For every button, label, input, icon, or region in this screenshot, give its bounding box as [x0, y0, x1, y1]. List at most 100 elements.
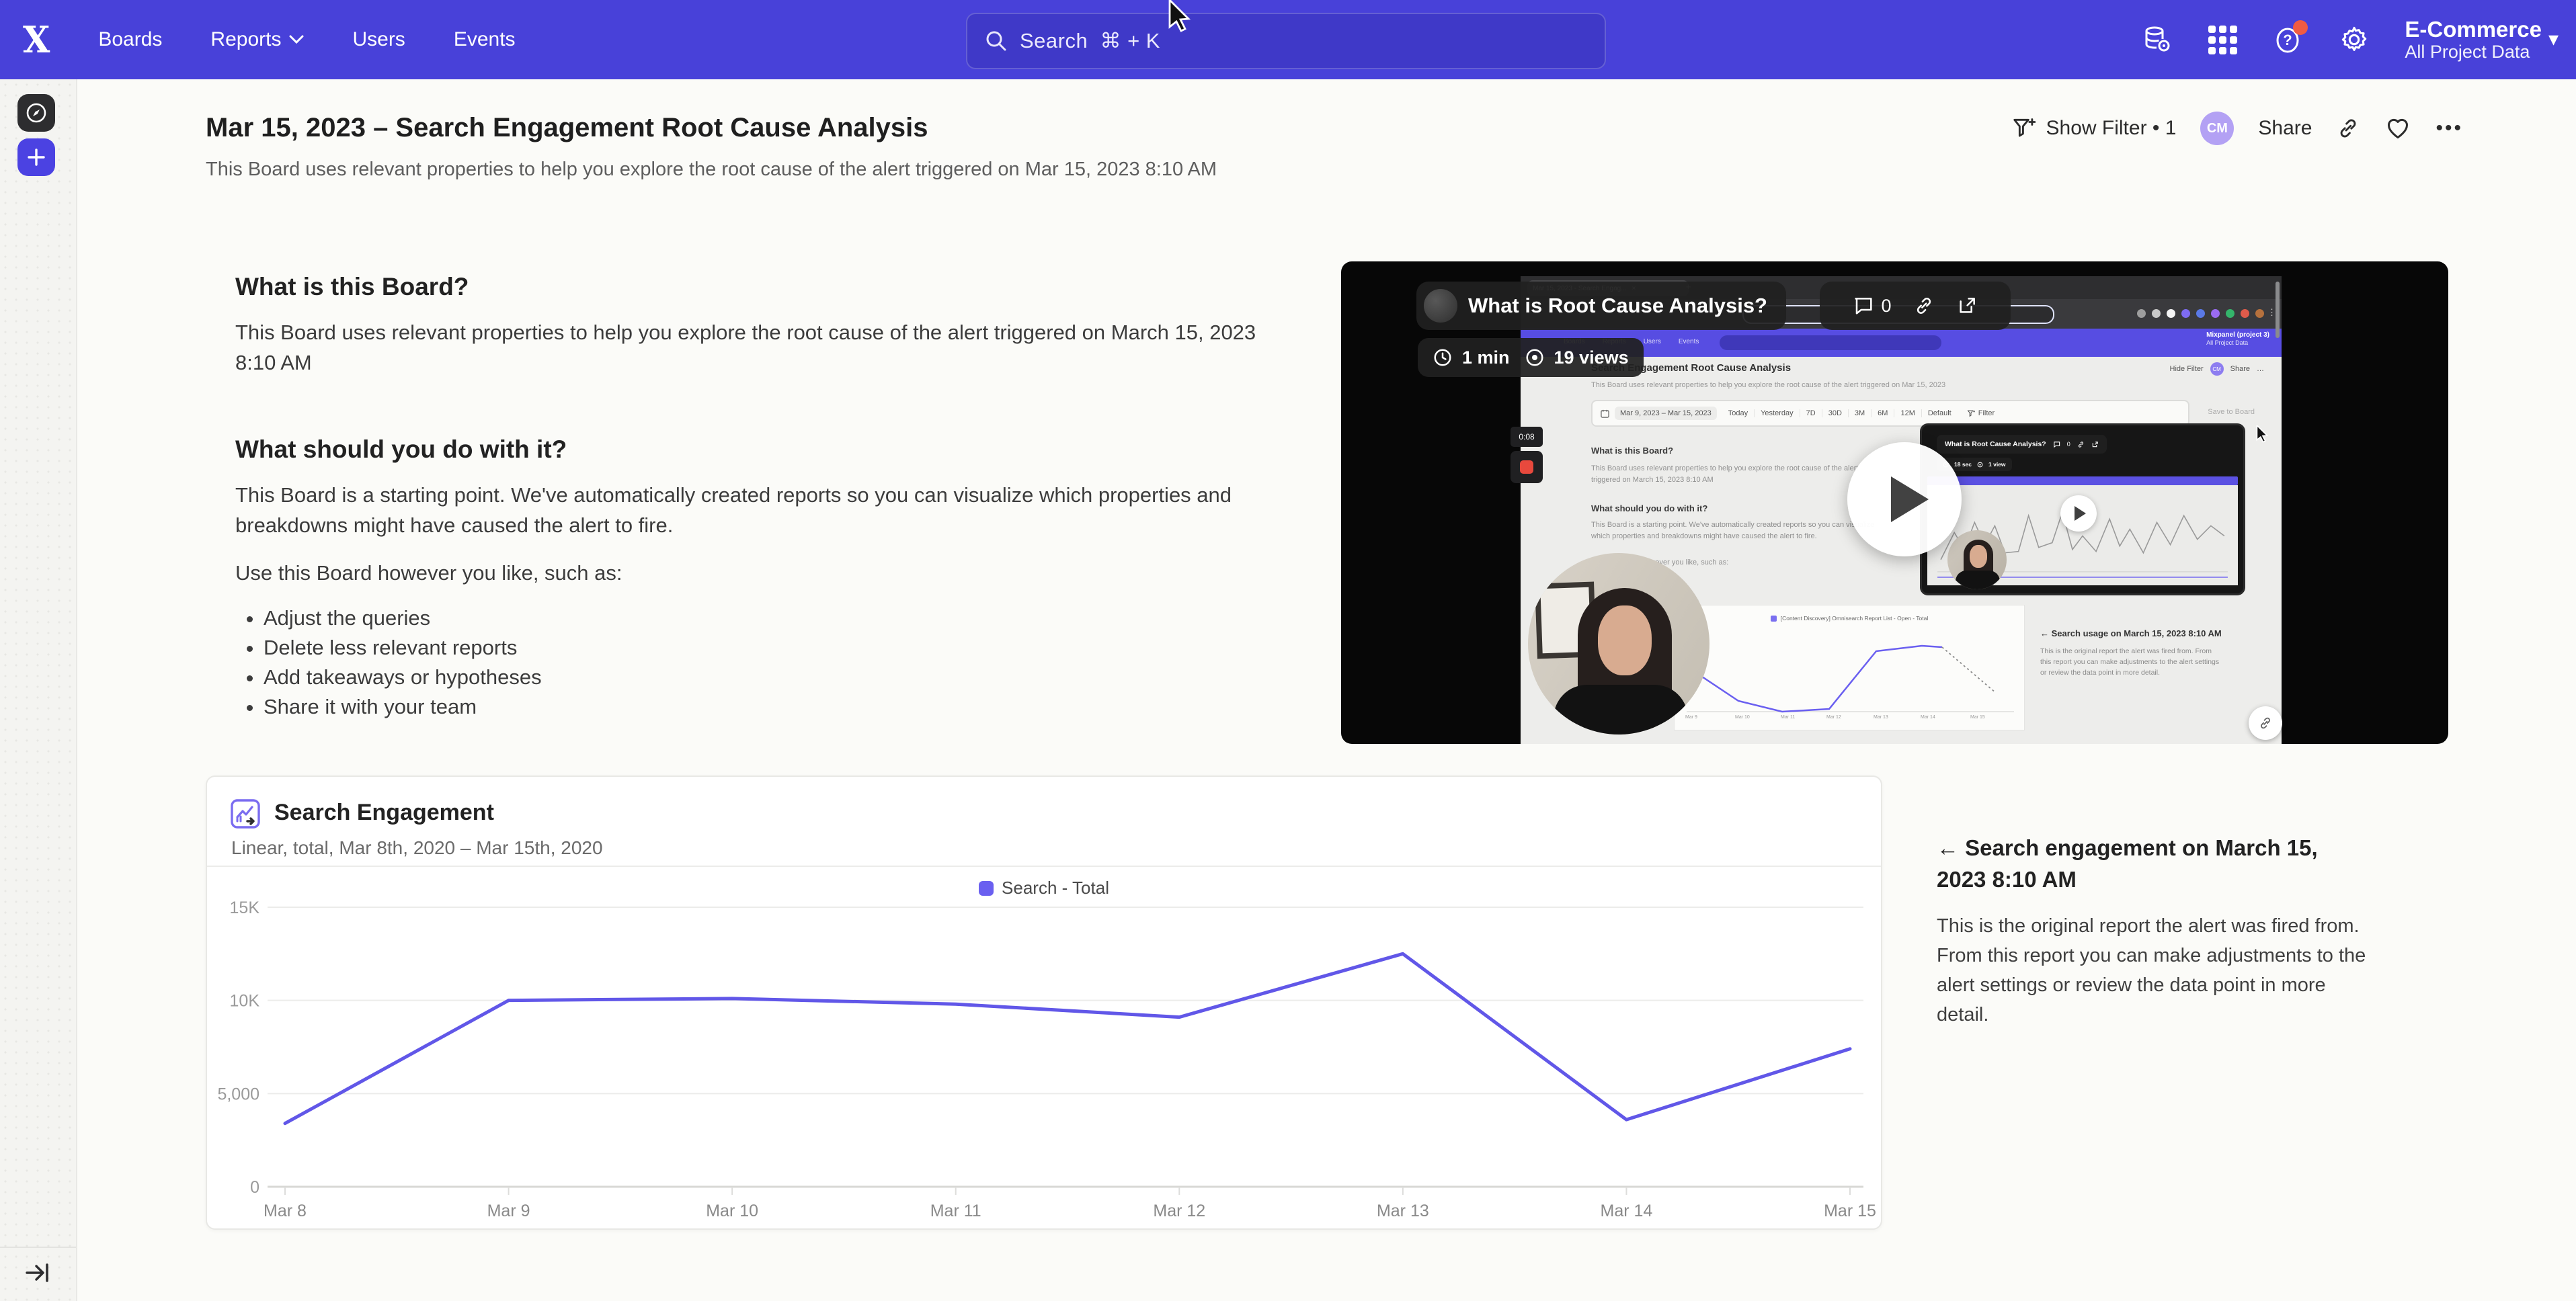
left-rail — [0, 79, 77, 1301]
nested-play-button — [2060, 495, 2097, 532]
video-author-avatar — [1424, 289, 1457, 323]
mouse-cursor — [1167, 0, 1194, 35]
svg-text:15K: 15K — [230, 898, 260, 917]
calendar-icon — [1601, 409, 1609, 418]
svg-text:5,000: 5,000 — [217, 1085, 259, 1103]
video-player[interactable]: Mar 15, 2023 - Search Engag...× + ⋮ Boar… — [1341, 261, 2448, 744]
section-heading-2: What should you do with it? — [235, 435, 567, 464]
views-icon — [1977, 462, 1983, 468]
page: X Boards Reports Users Events Search ⌘ +… — [0, 0, 2576, 1301]
card-divider — [207, 866, 1881, 867]
report-title[interactable]: Search Engagement — [274, 800, 494, 826]
compass-icon — [25, 101, 48, 124]
aside-body: This is the original report the alert wa… — [1937, 911, 2380, 1030]
nav-item-events[interactable]: Events — [454, 28, 516, 51]
nested-video-frame: What is Root Cause Analysis? 0 18 sec 1 … — [1920, 423, 2245, 595]
svg-text:10K: 10K — [230, 992, 260, 1011]
svg-text:0: 0 — [250, 1178, 259, 1197]
svg-text:Mar 9: Mar 9 — [487, 1202, 530, 1220]
mini-legend-swatch — [1771, 616, 1777, 622]
nav-item-reports[interactable]: Reports — [210, 28, 304, 51]
aside-heading: ← Search engagement on March 15, 2023 8:… — [1937, 832, 2353, 895]
mini-save-to-board: Save to Board — [2208, 408, 2255, 416]
mini-paragraph: This Board is a starting point. We've au… — [1591, 519, 1880, 542]
svg-text:Mar 12: Mar 12 — [1153, 1202, 1205, 1220]
help-icon[interactable]: ? — [2273, 24, 2304, 55]
list-item: Add takeaways or hypotheses — [264, 663, 542, 692]
share-button[interactable]: Share — [2258, 117, 2312, 140]
mini-aside-heading: ← Search usage on March 15, 2023 8:10 AM — [2040, 628, 2222, 638]
svg-text:Mar 14: Mar 14 — [1921, 715, 1935, 720]
video-title-pill: What is Root Cause Analysis? — [1416, 282, 1786, 330]
section-heading-1: What is this Board? — [235, 273, 469, 301]
apps-grid-icon[interactable] — [2207, 24, 2238, 55]
video-stats-pill: 1 min 19 views — [1418, 338, 1644, 377]
arrow-to-bar-icon — [24, 1261, 51, 1285]
scrollbar-thumb — [2276, 282, 2280, 338]
search-input[interactable]: Search ⌘ + K — [966, 13, 1606, 69]
comment-icon — [1853, 295, 1874, 317]
mini-avatar: CM — [2210, 362, 2224, 376]
mini-page-subtitle: This Board uses relevant properties to h… — [1591, 381, 1945, 389]
search-placeholder: Search ⌘ + K — [1020, 29, 1160, 53]
line-chart-icon — [230, 798, 261, 829]
favorite-heart-icon[interactable] — [2384, 116, 2411, 141]
mini-paragraph: This Board uses relevant properties to h… — [1591, 463, 1880, 486]
expand-sidebar-button[interactable] — [24, 1261, 51, 1285]
nav-item-users[interactable]: Users — [352, 28, 405, 51]
add-board-button[interactable] — [17, 138, 55, 176]
external-link-icon — [2091, 441, 2099, 448]
mini-search — [1720, 335, 1941, 350]
chevron-down-icon — [289, 35, 304, 44]
data-management-icon[interactable] — [2141, 24, 2172, 55]
line-chart[interactable]: 05,00010K15KMar 8Mar 9Mar 10Mar 11Mar 12… — [207, 871, 1881, 1228]
chevron-down-icon: ▾ — [2548, 28, 2559, 51]
filter-funnel-icon — [2011, 116, 2037, 141]
nested-mini-nav — [1927, 476, 2238, 485]
svg-text:?: ? — [2284, 32, 2292, 48]
recording-timer: 0:08 — [1511, 427, 1543, 447]
recording-stop-button — [1511, 451, 1543, 483]
copy-link-icon — [2258, 716, 2273, 730]
play-button[interactable] — [1847, 442, 1962, 556]
settings-gear-icon[interactable] — [2339, 24, 2370, 55]
nested-title-pill: What is Root Cause Analysis? 0 — [1937, 435, 2107, 454]
mini-heading: What should you do with it? — [1591, 503, 1707, 513]
mini-heading: What is this Board? — [1591, 446, 1673, 456]
mini-legend-label: [Content Discovery] Omnisearch Report Li… — [1781, 615, 1929, 622]
video-link-fab[interactable] — [2249, 706, 2282, 740]
video-title: What is Root Cause Analysis? — [1468, 294, 1767, 318]
mouse-cursor — [2255, 425, 2270, 444]
nav-item-boards[interactable]: Boards — [98, 28, 162, 51]
webcam-circle — [1528, 553, 1709, 735]
top-nav: X Boards Reports Users Events Search ⌘ +… — [0, 0, 2576, 79]
project-switcher[interactable]: E-Commerce All Project Data ▾ — [2405, 17, 2559, 63]
board-controls: Show Filter • 1 CM Share ••• — [2011, 106, 2463, 151]
list-item: Share it with your team — [264, 692, 542, 722]
clock-icon — [1433, 347, 1453, 368]
notification-badge — [2293, 20, 2308, 35]
svg-text:Mar 13: Mar 13 — [1874, 715, 1888, 720]
record-dot-icon — [1520, 460, 1533, 474]
discover-boards-button[interactable] — [17, 94, 55, 132]
mixpanel-logo-icon[interactable]: X — [23, 18, 50, 61]
project-name: E-Commerce — [2405, 17, 2542, 42]
video-actions-pill: 0 — [1820, 282, 2011, 330]
mini-page-controls: Hide Filter CM Share … — [2170, 362, 2264, 376]
show-filter-button[interactable]: Show Filter • 1 — [2011, 116, 2177, 141]
comment-icon — [2053, 441, 2060, 448]
video-comments-button[interactable]: 0 — [1853, 295, 1891, 317]
copy-link-icon[interactable] — [1913, 295, 1935, 317]
external-link-icon[interactable] — [1956, 295, 1978, 317]
more-menu-button[interactable]: ••• — [2436, 117, 2463, 140]
copy-link-icon[interactable] — [2336, 116, 2360, 140]
svg-text:Mar 10: Mar 10 — [706, 1202, 758, 1220]
project-scope: All Project Data — [2405, 42, 2542, 62]
mini-aside-body: This is the original report the alert wa… — [2040, 646, 2220, 678]
avatar[interactable]: CM — [2200, 112, 2234, 145]
plus-icon — [26, 147, 46, 167]
svg-text:Mar 10: Mar 10 — [1735, 715, 1750, 720]
video-views: 19 views — [1554, 347, 1629, 368]
section-body-1: This Board uses relevant properties to h… — [235, 317, 1264, 378]
section-body-3: Use this Board however you like, such as… — [235, 558, 622, 588]
